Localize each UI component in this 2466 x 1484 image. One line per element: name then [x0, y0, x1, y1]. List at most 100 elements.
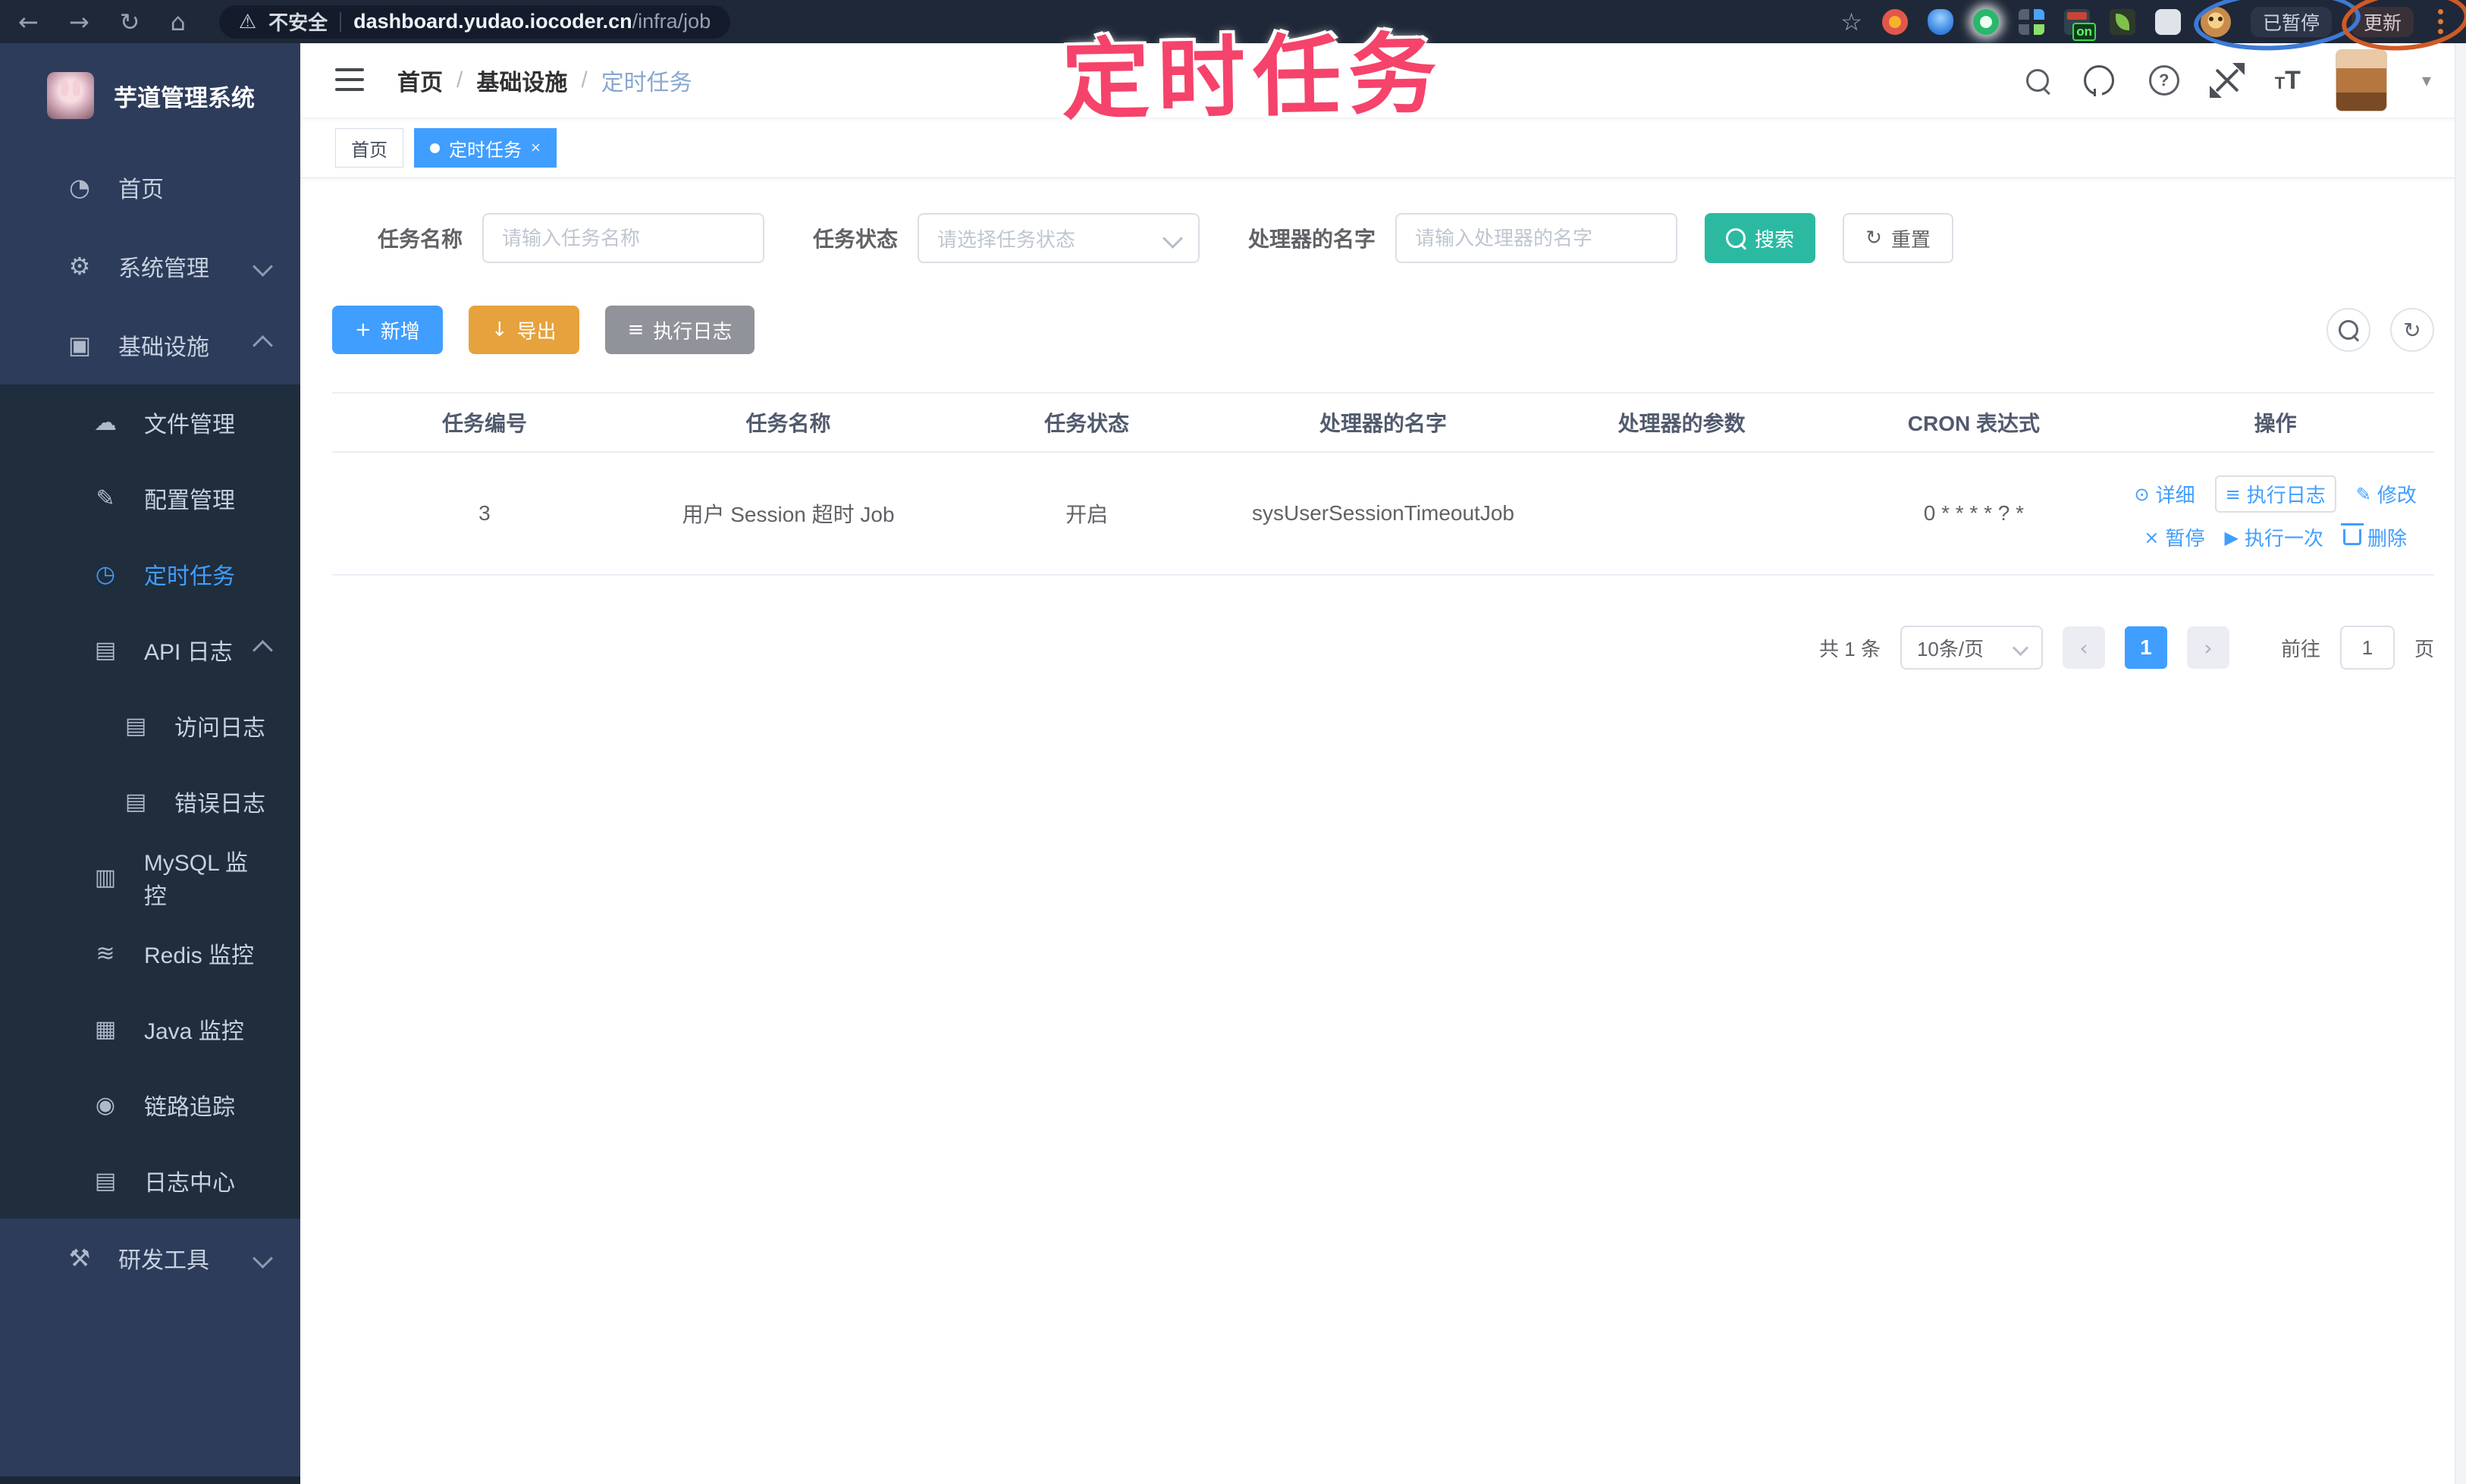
- sidebar-item-trace[interactable]: ◉ 链路追踪: [0, 1067, 300, 1143]
- search-icon[interactable]: [2025, 69, 2049, 92]
- next-page-button[interactable]: ›: [2186, 626, 2229, 669]
- add-label: 新增: [380, 319, 420, 343]
- reset-button[interactable]: ↻ 重置: [1843, 213, 1953, 263]
- play-icon: ▶: [2224, 526, 2239, 548]
- sidebar-item-label: 文件管理: [144, 413, 235, 438]
- user-avatar[interactable]: [2335, 49, 2387, 111]
- browser-window: ← → ↻ ⌂ ⚠ 不安全 dashboard.yudao.iocoder.cn…: [0, 0, 2466, 1484]
- sidebar-item-api-log[interactable]: ▤ API 日志: [0, 612, 300, 688]
- sidebar-item-infra[interactable]: ▣ 基础设施: [0, 306, 300, 384]
- sidebar-item-dev-tools[interactable]: ⚒ 研发工具: [0, 1219, 300, 1297]
- prev-page-button[interactable]: ‹: [2062, 626, 2105, 669]
- fullscreen-icon[interactable]: [2209, 63, 2245, 98]
- exec-log-button[interactable]: ≡ 执行日志: [604, 306, 755, 354]
- row-exec-log-link[interactable]: ≡ 执行日志: [2214, 475, 2336, 513]
- reload-icon[interactable]: ↻: [120, 10, 140, 34]
- browser-menu-icon[interactable]: [2438, 9, 2443, 34]
- current-page-button[interactable]: 1: [2124, 626, 2167, 669]
- cell-handler-name: sysUserSessionTimeoutJob: [1234, 452, 1533, 576]
- run-once-link[interactable]: ▶ 执行一次: [2225, 523, 2323, 551]
- sidebar-item-access-log[interactable]: ▤ 访问日志: [0, 688, 300, 764]
- monkey-extension-icon[interactable]: [2200, 6, 2231, 37]
- tab-scheduled-job[interactable]: 定时任务 ×: [414, 128, 557, 168]
- gear-icon: ⚙: [68, 252, 91, 281]
- refresh-button[interactable]: ↻: [2390, 308, 2434, 352]
- update-button[interactable]: 更新: [2351, 6, 2414, 37]
- breadcrumb-home[interactable]: 首页: [397, 64, 443, 97]
- sidebar-item-mysql-monitor[interactable]: ▥ MySQL 监控: [0, 839, 300, 915]
- extension-orange-icon[interactable]: [1881, 8, 1908, 35]
- sidebar-item-file-manage[interactable]: ☁ 文件管理: [0, 384, 300, 460]
- sidebar-item-label: API 日志: [144, 640, 233, 665]
- extension-green-icon[interactable]: [1972, 8, 1999, 35]
- page-scrollbar[interactable]: [2455, 43, 2466, 1484]
- help-icon[interactable]: ?: [2148, 65, 2179, 96]
- edit-icon: ✎: [2355, 483, 2371, 505]
- back-icon[interactable]: ←: [18, 10, 39, 34]
- total-count: 共 1 条: [1819, 637, 1881, 660]
- extension-leaf-icon[interactable]: [2109, 8, 2135, 35]
- sidebar-item-label: 错误日志: [174, 792, 265, 817]
- sidebar-item-home[interactable]: ◔ 首页: [0, 148, 300, 227]
- database-icon: ▥: [94, 864, 117, 891]
- sidebar-item-java-monitor[interactable]: ▦ Java 监控: [0, 991, 300, 1067]
- address-bar[interactable]: ⚠ 不安全 dashboard.yudao.iocoder.cn/infra/j…: [218, 5, 731, 39]
- goto-label: 前往: [2280, 637, 2320, 660]
- col-cron: CRON 表达式: [1831, 392, 2117, 453]
- select-placeholder: 请选择任务状态: [937, 227, 1076, 251]
- sidebar-item-label: 基础设施: [118, 335, 209, 360]
- github-icon[interactable]: [2083, 65, 2114, 96]
- modify-link[interactable]: ✎ 修改: [2356, 480, 2417, 508]
- edit-square-icon: ✎: [96, 485, 115, 512]
- sidebar-item-redis-monitor[interactable]: ≋ Redis 监控: [0, 915, 300, 991]
- job-status-select[interactable]: 请选择任务状态: [918, 213, 1200, 263]
- search-icon: [2339, 320, 2358, 340]
- add-button[interactable]: + 新增: [332, 306, 443, 354]
- annotation-big-text: 定时任务: [1061, 24, 1445, 130]
- sidebar-item-system[interactable]: ⚙ 系统管理: [0, 227, 300, 306]
- cell-job-name: 用户 Session 超时 Job: [636, 452, 940, 576]
- breadcrumb-infra[interactable]: 基础设施: [476, 64, 567, 97]
- breadcrumb-separator: /: [456, 67, 463, 93]
- jobs-table: 任务编号 任务名称 任务状态 处理器的名字 处理器的参数 CRON 表达式 操作…: [332, 392, 2434, 576]
- bookmark-star-icon[interactable]: ☆: [1840, 8, 1862, 36]
- extension-grid-icon[interactable]: [2018, 8, 2044, 35]
- avatar-caret-icon[interactable]: ▾: [2422, 70, 2431, 91]
- page-size-select[interactable]: 10条/页: [1900, 626, 2043, 670]
- app-logo[interactable]: 芋道管理系统: [0, 43, 300, 148]
- sidebar-item-error-log[interactable]: ▤ 错误日志: [0, 764, 300, 839]
- table-toolbar: + 新增 ↓ 导出 ≡ 执行日志 ↻: [332, 306, 2434, 354]
- app-title: 芋道管理系统: [114, 84, 255, 111]
- delete-link[interactable]: 删除: [2340, 523, 2407, 551]
- pause-link[interactable]: × 暂停: [2144, 523, 2204, 551]
- sidebar-item-label: 首页: [118, 177, 164, 202]
- job-name-input[interactable]: [482, 213, 765, 263]
- sidebar-item-scheduled-job[interactable]: ◷ 定时任务: [0, 536, 300, 612]
- job-status-label: 任务状态: [813, 227, 899, 251]
- search-button[interactable]: 搜索: [1705, 213, 1816, 263]
- sidebar-item-config-manage[interactable]: ✎ 配置管理: [0, 460, 300, 536]
- text-size-icon[interactable]: TT: [2275, 66, 2301, 96]
- close-icon[interactable]: ×: [531, 138, 541, 158]
- eye-icon: ⊙: [2134, 483, 2150, 505]
- toggle-search-button[interactable]: [2326, 308, 2370, 352]
- home-icon[interactable]: ⌂: [170, 10, 185, 34]
- col-job-name: 任务名称: [636, 392, 940, 453]
- trash-icon: [2340, 523, 2364, 545]
- tab-home[interactable]: 首页: [335, 128, 403, 168]
- sidebar-item-log-center[interactable]: ▤ 日志中心: [0, 1143, 300, 1219]
- extensions-puzzle-icon[interactable]: [2154, 8, 2181, 35]
- not-secure-label[interactable]: 不安全: [268, 8, 328, 36]
- handler-name-input[interactable]: [1395, 213, 1678, 263]
- collapse-sidebar-icon[interactable]: [335, 68, 364, 93]
- detail-link[interactable]: ⊙ 详细: [2135, 480, 2195, 508]
- export-button[interactable]: ↓ 导出: [468, 306, 579, 354]
- breadcrumb-separator: /: [581, 67, 588, 93]
- paused-badge[interactable]: 已暂停: [2250, 6, 2332, 37]
- sidebar: 芋道管理系统 ◔ 首页 ⚙ 系统管理 ▣ 基础设施 ☁ 文件管理 ✎ 配置管理: [0, 43, 300, 1484]
- forward-icon[interactable]: →: [69, 10, 89, 34]
- goto-page-input[interactable]: [2339, 626, 2395, 670]
- extension-blue-icon[interactable]: [1927, 8, 1953, 35]
- extension-on-badge-icon[interactable]: on: [2063, 8, 2096, 41]
- url-text[interactable]: dashboard.yudao.iocoder.cn/infra/job: [353, 10, 711, 33]
